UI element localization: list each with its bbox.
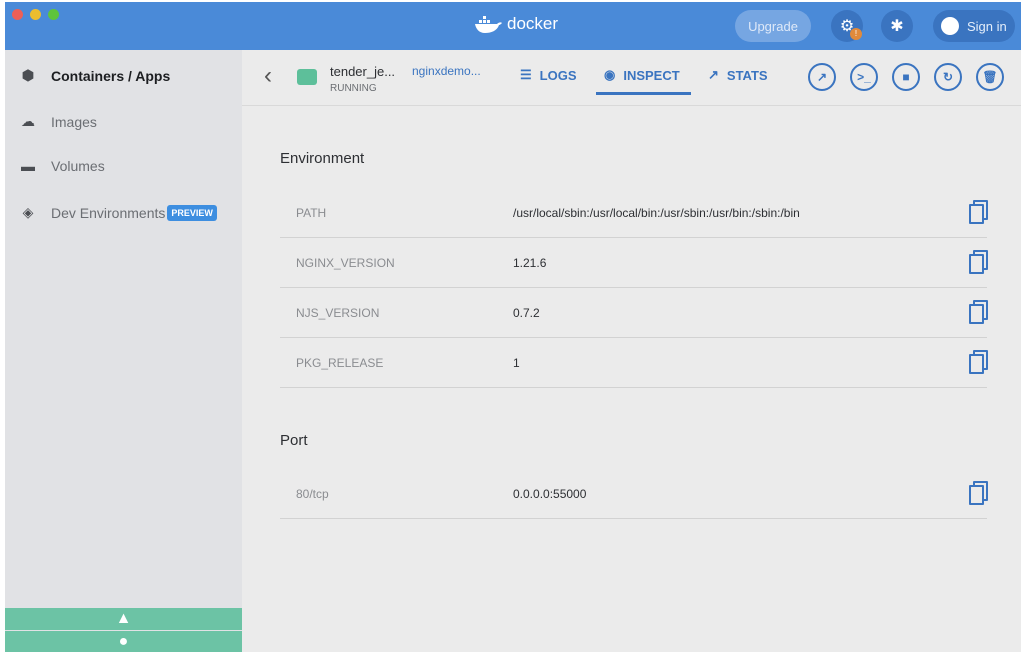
sidebar-item-volumes[interactable]: ▬ Volumes — [19, 158, 105, 174]
cli-button[interactable]: >_ — [850, 63, 878, 91]
environment-heading: Environment — [280, 150, 364, 167]
copy-icon[interactable] — [969, 250, 985, 270]
title-bar: docker Upgrade ⚙! ✱ Sign in — [5, 2, 1021, 50]
troubleshoot-button[interactable]: ✱ — [881, 10, 913, 42]
env-key: PKG_RELEASE — [296, 356, 383, 370]
restart-button[interactable]: ↻ — [934, 63, 962, 91]
container-header: ‹ tender_je... RUNNING nginxdemo... ☰ LOG… — [242, 50, 1021, 106]
upgrade-button[interactable]: Upgrade — [735, 10, 811, 42]
sidebar-item-images[interactable]: ☁ Images — [19, 113, 97, 130]
env-value: /usr/local/sbin:/usr/local/bin:/usr/sbin… — [513, 206, 800, 220]
external-link-icon: ↗ — [817, 70, 827, 84]
env-key: PATH — [296, 206, 326, 220]
trash-icon: 🗑 — [982, 70, 997, 84]
close-window-button[interactable] — [12, 9, 23, 20]
env-key: NJS_VERSION — [296, 306, 379, 320]
cloud-icon: ☁ — [19, 113, 37, 130]
restart-icon: ↻ — [943, 70, 953, 84]
logs-icon: ☰ — [520, 67, 532, 83]
sidebar-item-dev-environments[interactable]: ◈ Dev EnvironmentsPREVIEW — [19, 204, 217, 221]
open-in-browser-button[interactable]: ↗ — [808, 63, 836, 91]
env-value: 1 — [513, 356, 520, 370]
warning-badge-icon: ! — [850, 28, 862, 40]
sidebar: ⬢ Containers / Apps ☁ Images ▬ Volumes ◈ Dev… — [5, 50, 242, 652]
image-link[interactable]: nginxdemo... — [412, 64, 481, 78]
container-box-icon: ⬢ — [19, 67, 37, 84]
tab-label: LOGS — [540, 68, 577, 83]
container-status: RUNNING — [330, 83, 377, 94]
docker-logo: docker — [473, 14, 558, 34]
sidebar-item-label: Volumes — [51, 158, 105, 174]
minimize-window-button[interactable] — [30, 9, 41, 20]
back-button[interactable]: ‹ — [264, 62, 272, 90]
port-value: 0.0.0.0:55000 — [513, 487, 586, 501]
port-row: 80/tcp 0.0.0.0:55000 — [280, 469, 987, 519]
sidebar-item-label: Dev Environments — [51, 205, 165, 221]
env-row: PATH/usr/local/sbin:/usr/local/bin:/usr/… — [280, 188, 987, 238]
copy-icon[interactable] — [969, 350, 985, 370]
stop-button[interactable]: ■ — [892, 63, 920, 91]
port-key: 80/tcp — [296, 487, 329, 501]
bug-icon: ✱ — [890, 16, 903, 36]
kubernetes-icon: ● — [119, 633, 129, 651]
tab-stats[interactable]: ↗ STATS — [708, 67, 768, 83]
preview-badge: PREVIEW — [167, 205, 217, 221]
chart-icon: ↗ — [708, 67, 719, 83]
maximize-window-button[interactable] — [48, 9, 59, 20]
env-row: NGINX_VERSION 1.21.6 — [280, 238, 987, 288]
copy-icon[interactable] — [969, 481, 985, 501]
container-icon — [297, 69, 317, 85]
tab-logs[interactable]: ☰ LOGS — [520, 67, 577, 83]
docker-desktop-window: docker Upgrade ⚙! ✱ Sign in ⬢ Containers … — [5, 2, 1021, 652]
env-value: 1.21.6 — [513, 256, 546, 270]
sign-in-label: Sign in — [967, 19, 1007, 34]
sign-in-button[interactable]: Sign in — [933, 10, 1015, 42]
container-name: tender_je... — [330, 64, 395, 79]
stop-icon: ■ — [902, 70, 909, 84]
kubernetes-status-bar[interactable]: ● — [5, 631, 242, 652]
user-icon — [941, 17, 959, 35]
docker-whale-icon: ▲ — [116, 610, 132, 628]
copy-icon[interactable] — [969, 300, 985, 320]
copy-icon[interactable] — [969, 200, 985, 220]
delete-button[interactable]: 🗑 — [976, 63, 1004, 91]
env-key: NGINX_VERSION — [296, 256, 395, 270]
terminal-icon: >_ — [857, 70, 871, 84]
sidebar-item-label: Images — [51, 114, 97, 130]
drive-icon: ▬ — [19, 158, 37, 174]
env-row: NJS_VERSION 0.7.2 — [280, 288, 987, 338]
env-row: PKG_RELEASE 1 — [280, 338, 987, 388]
engine-status-bar[interactable]: ▲ — [5, 608, 242, 630]
tab-inspect[interactable]: ◉ INSPECT — [604, 67, 680, 83]
tab-label: INSPECT — [623, 68, 679, 83]
port-heading: Port — [280, 432, 308, 449]
docker-whale-icon — [473, 14, 503, 34]
sidebar-item-label: Containers / Apps — [51, 68, 170, 84]
active-tab-indicator — [596, 92, 691, 95]
tab-label: STATS — [727, 68, 768, 83]
settings-button[interactable]: ⚙! — [831, 10, 863, 42]
sidebar-item-containers[interactable]: ⬢ Containers / Apps — [19, 67, 170, 84]
env-value: 0.7.2 — [513, 306, 540, 320]
eye-icon: ◉ — [604, 67, 615, 83]
logo-text: docker — [507, 14, 558, 34]
layers-icon: ◈ — [19, 204, 37, 221]
